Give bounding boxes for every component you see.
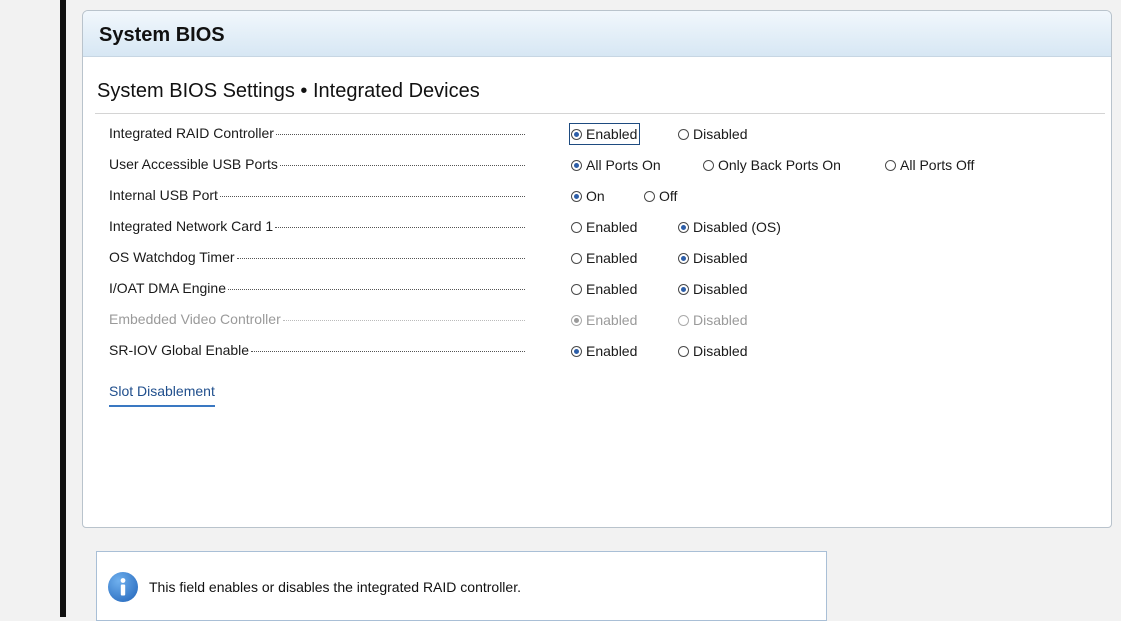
radio-option-on[interactable]: On [569,185,608,207]
radio-option-off[interactable]: Off [642,185,680,207]
radio-option-label: Enabled [586,281,638,297]
dotted-leader [282,319,525,321]
dotted-leader [236,257,525,259]
radio-option-disabled[interactable]: Disabled [676,278,750,300]
setting-label-container: Integrated Network Card 1 [109,218,525,234]
left-edge-bar [60,0,66,617]
section-title: System BIOS Settings • Integrated Device… [97,80,480,102]
radio-option-enabled[interactable]: Enabled [569,247,640,269]
radio-button-icon[interactable] [571,252,582,264]
dotted-leader [219,195,525,197]
setting-label: OS Watchdog Timer [109,249,235,265]
radio-option-all-ports-on[interactable]: All Ports On [569,154,664,176]
radio-option-label: On [586,188,605,204]
dotted-leader [251,350,525,352]
radio-option-label: Disabled (OS) [693,219,781,235]
radio-button-icon[interactable] [571,159,582,171]
radio-button-icon[interactable] [678,283,689,295]
info-icon [108,572,138,602]
radio-option-label: Enabled [586,312,638,328]
radio-button-icon [571,314,582,326]
radio-button-icon[interactable] [571,345,582,357]
radio-option-enabled[interactable]: Enabled [569,340,640,362]
help-text: This field enables or disables the integ… [149,579,521,595]
radio-option-enabled[interactable]: Enabled [569,278,640,300]
setting-label: Internal USB Port [109,187,218,203]
setting-label: Integrated Network Card 1 [109,218,274,234]
dotted-leader [275,133,525,135]
radio-option-enabled[interactable]: Enabled [569,123,641,145]
setting-label-container: Internal USB Port [109,187,525,203]
radio-option-label: Enabled [586,343,638,359]
setting-label: SR-IOV Global Enable [109,342,250,358]
setting-label: User Accessible USB Ports [109,156,278,172]
radio-option-label: Enabled [586,126,638,142]
radio-button-icon[interactable] [678,252,689,264]
radio-option-label: Disabled [693,312,748,328]
radio-option-label: Enabled [586,219,638,235]
dotted-leader [227,288,525,290]
radio-option-label: Disabled [693,250,748,266]
slot-disablement-link[interactable]: Slot Disablement [109,383,215,407]
section-divider [95,113,1105,114]
setting-label: Integrated RAID Controller [109,125,274,141]
radio-option-label: Disabled [693,281,748,297]
setting-label-container: Integrated RAID Controller [109,125,525,141]
radio-option-only-back-ports-on[interactable]: Only Back Ports On [701,154,844,176]
radio-option-label: Enabled [586,250,638,266]
radio-button-icon[interactable] [885,159,896,171]
radio-option-enabled[interactable]: Enabled [569,216,640,238]
radio-option-all-ports-off[interactable]: All Ports Off [883,154,977,176]
setting-label-container: OS Watchdog Timer [109,249,525,265]
radio-button-icon[interactable] [678,345,689,357]
setting-label: Embedded Video Controller [109,311,281,327]
radio-button-icon [678,314,689,326]
dotted-leader [275,226,525,228]
radio-option-label: Disabled [693,126,748,142]
radio-option-label: Only Back Ports On [718,157,841,173]
radio-button-icon[interactable] [571,128,582,140]
setting-label-container: User Accessible USB Ports [109,156,525,172]
dotted-leader [279,164,525,166]
radio-button-icon[interactable] [571,283,582,295]
radio-button-icon[interactable] [678,128,689,140]
radio-option-disabled[interactable]: Disabled [676,340,750,362]
radio-button-icon[interactable] [678,221,689,233]
setting-label-container: SR-IOV Global Enable [109,342,525,358]
radio-option-disabled-os[interactable]: Disabled (OS) [676,216,784,238]
system-bios-panel: System BIOS System BIOS Settings • Integ… [82,10,1112,528]
radio-option-enabled: Enabled [569,309,640,331]
setting-label-container: Embedded Video Controller [109,311,525,327]
radio-option-label: Disabled [693,343,748,359]
radio-option-disabled: Disabled [676,309,750,331]
radio-option-label: Off [659,188,678,204]
help-box: This field enables or disables the integ… [96,551,827,621]
radio-option-label: All Ports On [586,157,661,173]
radio-button-icon[interactable] [644,190,655,202]
radio-option-disabled[interactable]: Disabled [676,123,750,145]
radio-button-icon[interactable] [571,221,582,233]
radio-option-label: All Ports Off [900,157,975,173]
panel-title: System BIOS [83,11,1111,57]
setting-label-container: I/OAT DMA Engine [109,280,525,296]
radio-option-disabled[interactable]: Disabled [676,247,750,269]
radio-button-icon[interactable] [703,159,714,171]
radio-button-icon[interactable] [571,190,582,202]
setting-label: I/OAT DMA Engine [109,280,226,296]
